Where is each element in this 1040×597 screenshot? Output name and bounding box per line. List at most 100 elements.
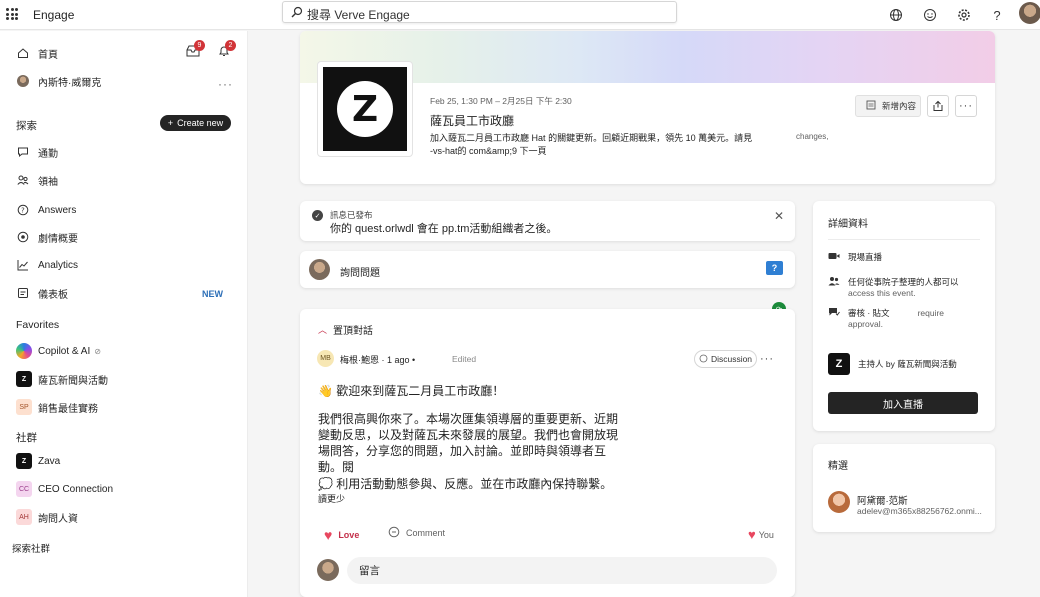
pinned-header[interactable]: ︿ 置頂對話: [318, 322, 373, 337]
comment-icon: [388, 526, 400, 540]
favorites-heading: Favorites: [16, 319, 60, 331]
featured-person-name[interactable]: 阿黛爾·范斯: [857, 493, 908, 507]
smiley-icon[interactable]: [920, 5, 940, 25]
verified-icon: ⊘: [94, 346, 101, 356]
left-nav: 首頁 9 2 內斯特·威爾克 ··· 探索 + Create new 通勤 領袖…: [0, 31, 248, 597]
featured-person-email: adelev@m365x88256762.onmi...: [857, 506, 982, 516]
search-input[interactable]: 搜尋 Verve Engage: [282, 1, 677, 23]
reaction-summary[interactable]: ♥ You: [748, 527, 774, 542]
pinned-conversation-card: ︿ 置頂對話 MB 梅根·鮑恩 · 1 ago • Edited Discuss…: [300, 309, 795, 597]
event-logo: Z: [317, 61, 413, 157]
nav-item-answers[interactable]: ? Answers: [16, 200, 76, 220]
new-tag: NEW: [202, 289, 223, 299]
nav-item-leaders[interactable]: 領袖: [16, 170, 58, 190]
create-new-label: Create new: [177, 118, 224, 128]
storyline-icon: [16, 230, 30, 244]
reaction-you-label: You: [758, 529, 774, 540]
nav-item-label: 劇情概要: [38, 233, 78, 245]
ask-question-label: 詢問問題: [340, 268, 380, 279]
published-notice: ✓ 訊息已發布 你的 quest.orlwdl 會在 pp.tm活動組織者之後。…: [300, 201, 795, 241]
close-icon[interactable]: ✕: [774, 209, 784, 223]
nav-user-profile[interactable]: 內斯特·威爾克: [16, 71, 101, 91]
app-launcher-icon[interactable]: [6, 8, 18, 20]
home-icon: [16, 46, 30, 60]
favorite-sales[interactable]: SP 銷售最佳實務: [16, 397, 98, 417]
community-badge: Z: [16, 453, 32, 469]
love-reaction-button[interactable]: ♥ Love: [324, 527, 359, 543]
plus-icon: +: [167, 118, 174, 128]
event-header-card: Z Feb 25, 1:30 PM – 2月25日 下午 2:30 薩瓦員工市政…: [300, 31, 995, 184]
approval-line-1: 審核 · 貼文: [848, 308, 890, 318]
copilot-icon: [16, 343, 32, 359]
question-icon[interactable]: ?: [766, 261, 783, 275]
event-date: Feb 25, 1:30 PM – 2月25日 下午 2:30: [430, 96, 572, 106]
check-icon: ✓: [312, 210, 323, 221]
favorite-copilot[interactable]: Copilot & AI ⊘: [16, 341, 101, 361]
app-name[interactable]: Engage: [33, 8, 74, 22]
discover-communities-link[interactable]: 探索社群: [12, 541, 50, 555]
add-content-label: 新增內容: [882, 101, 917, 111]
community-badge: CC: [16, 481, 32, 497]
approval-icon: [828, 307, 840, 319]
bell-badge: 2: [225, 40, 236, 51]
featured-panel: 精選 阿黛爾·范斯 adelev@m365x88256762.onmi...: [813, 444, 995, 532]
post-author[interactable]: 梅根·鮑恩 · 1 ago •: [340, 353, 415, 366]
join-live-button[interactable]: 加入直播: [828, 392, 978, 414]
divider: [828, 239, 980, 240]
approval-row: 審核 · 貼文 require approval.: [828, 307, 944, 329]
love-label: Love: [338, 530, 360, 540]
favorite-zava-news[interactable]: Z 薩瓦新聞與活動: [16, 369, 108, 389]
see-less-link[interactable]: 讀更少: [318, 492, 345, 505]
post-more-options-icon[interactable]: ···: [760, 353, 774, 365]
nav-home-label: 首頁: [38, 49, 58, 61]
nav-item-commute[interactable]: 通勤: [16, 142, 58, 162]
post-body-2: 💭 利用活動動態參與、反應。並在市政廳內保持聯繫。: [318, 477, 613, 491]
community-ask-hr[interactable]: AH 詢問人資: [16, 507, 78, 527]
share-button[interactable]: [927, 95, 949, 117]
dashboard-icon: [16, 286, 30, 300]
create-new-button[interactable]: + Create new: [160, 115, 231, 131]
nav-item-label: Answers: [38, 204, 77, 216]
event-description-fragment: changes,: [796, 132, 829, 141]
author-avatar[interactable]: MB: [317, 350, 334, 367]
approval-require: require: [917, 308, 945, 318]
more-options-icon[interactable]: ···: [218, 77, 233, 91]
more-options-icon[interactable]: ···: [955, 95, 977, 117]
nav-item-label: 通勤: [38, 148, 58, 160]
nav-item-label: 領袖: [38, 176, 58, 188]
user-avatar[interactable]: [1019, 2, 1040, 24]
nav-item-dashboard[interactable]: 儀表板: [16, 283, 68, 303]
video-camera-icon: [828, 251, 840, 263]
host-label: 主持人 by 薩瓦新聞與活動: [858, 359, 957, 369]
approval-line-2: approval.: [848, 319, 883, 329]
settings-gear-icon[interactable]: [954, 5, 974, 25]
add-content-button[interactable]: 新增內容: [855, 95, 921, 117]
user-avatar: [317, 559, 339, 581]
notice-text: 你的 quest.orlwdl 會在 pp.tm活動組織者之後。: [330, 223, 558, 235]
nav-home[interactable]: 首頁: [16, 43, 58, 63]
communities-heading: 社群: [16, 432, 37, 444]
chevron-up-icon: ︿: [318, 325, 328, 335]
nav-user-label: 內斯特·威爾克: [38, 77, 102, 89]
comment-input[interactable]: 留言: [347, 557, 777, 584]
event-description: 加入薩瓦二月員工市政廳 Hat 的關鍵更新。回顧近期戰果，領先 10 萬美元。請…: [430, 133, 753, 156]
community-zava[interactable]: Z Zava: [16, 451, 60, 471]
host-row[interactable]: Z 主持人 by 薩瓦新聞與活動: [828, 353, 957, 375]
globe-icon[interactable]: [886, 5, 906, 25]
community-ceo-connection[interactable]: CC CEO Connection: [16, 479, 113, 499]
comment-button[interactable]: Comment: [388, 526, 445, 540]
ask-question-card[interactable]: 詢問問題 ?: [300, 251, 795, 288]
access-row: 任何從事院子整理的人都可以 access this event.: [828, 276, 959, 298]
nav-item-label: Analytics: [38, 259, 79, 271]
user-avatar-small: [16, 74, 30, 88]
chat-icon: [16, 145, 30, 159]
featured-person-avatar[interactable]: [828, 491, 850, 513]
discussion-button[interactable]: Discussion: [694, 350, 757, 368]
nav-item-storylines[interactable]: 劇情概要: [16, 227, 78, 247]
discussion-label: Discussion: [710, 354, 753, 364]
nav-item-analytics[interactable]: Analytics: [16, 255, 78, 275]
community-label: CEO Connection: [38, 483, 114, 495]
discussion-icon: [699, 354, 708, 365]
community-badge: AH: [16, 509, 32, 525]
help-icon[interactable]: ?: [987, 5, 1007, 25]
